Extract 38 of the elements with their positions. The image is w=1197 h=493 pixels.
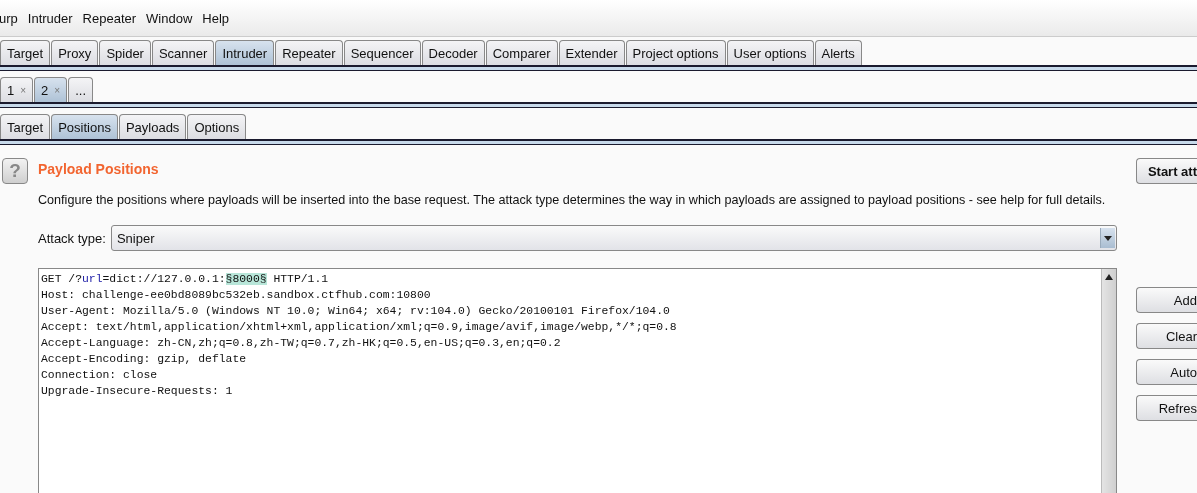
sub-tab[interactable]: Options [187,114,247,139]
tool-tab[interactable]: Proxy [51,40,99,65]
sub-tab[interactable]: Payloads [118,114,187,139]
tool-tab[interactable]: Sequencer [343,40,421,65]
tool-tab[interactable]: Intruder [215,40,275,65]
caret-icon [1104,235,1112,241]
position-button[interactable]: Auto [1136,359,1197,385]
attack-tab[interactable]: 1 × [0,77,34,102]
menu-item[interactable]: Intruder [27,10,73,26]
tool-tab[interactable]: Spider [99,40,151,65]
attack-tab[interactable]: 2 × [34,77,68,102]
menu-item[interactable]: urp [0,10,18,26]
section-title: Payload Positions [38,161,160,177]
attack-type-dropdown[interactable]: Sniper [110,225,1117,251]
tool-tab[interactable]: Decoder [421,40,485,65]
tool-tab[interactable]: Scanner [151,40,215,65]
position-button[interactable]: Add [1136,287,1197,313]
tool-tab[interactable]: User options [726,40,814,65]
attack-type-label: Attack type: [38,230,106,246]
menu-item[interactable]: Repeater [82,10,137,26]
start-attack-button[interactable]: Start att [1136,158,1197,184]
position-button[interactable]: Clear [1136,323,1197,349]
scroll-up-icon[interactable] [1105,274,1113,280]
position-button[interactable]: Refres [1136,395,1197,421]
tool-tab[interactable]: Alerts [814,40,862,65]
description: Configure the positions where payloads will be inserted into the base request. The attack type determines the way in which payloads are assigned to payload positions - see help for full details. [38,192,1107,209]
menu-item[interactable]: Help [202,10,230,26]
tool-tab[interactable]: Comparer [485,40,558,65]
close-icon[interactable]: × [20,84,27,96]
tool-tab[interactable]: Target [0,40,51,65]
menu-item[interactable]: Window [146,10,193,26]
sub-tab[interactable]: Positions [51,114,118,139]
attack-tab[interactable]: ... [68,77,93,102]
sub-tab[interactable]: Target [0,114,51,139]
tool-tab[interactable]: Repeater [275,40,343,65]
scrollbar[interactable] [1101,269,1116,493]
tool-tab[interactable]: Project options [625,40,726,65]
tool-tab[interactable]: Extender [558,40,625,65]
